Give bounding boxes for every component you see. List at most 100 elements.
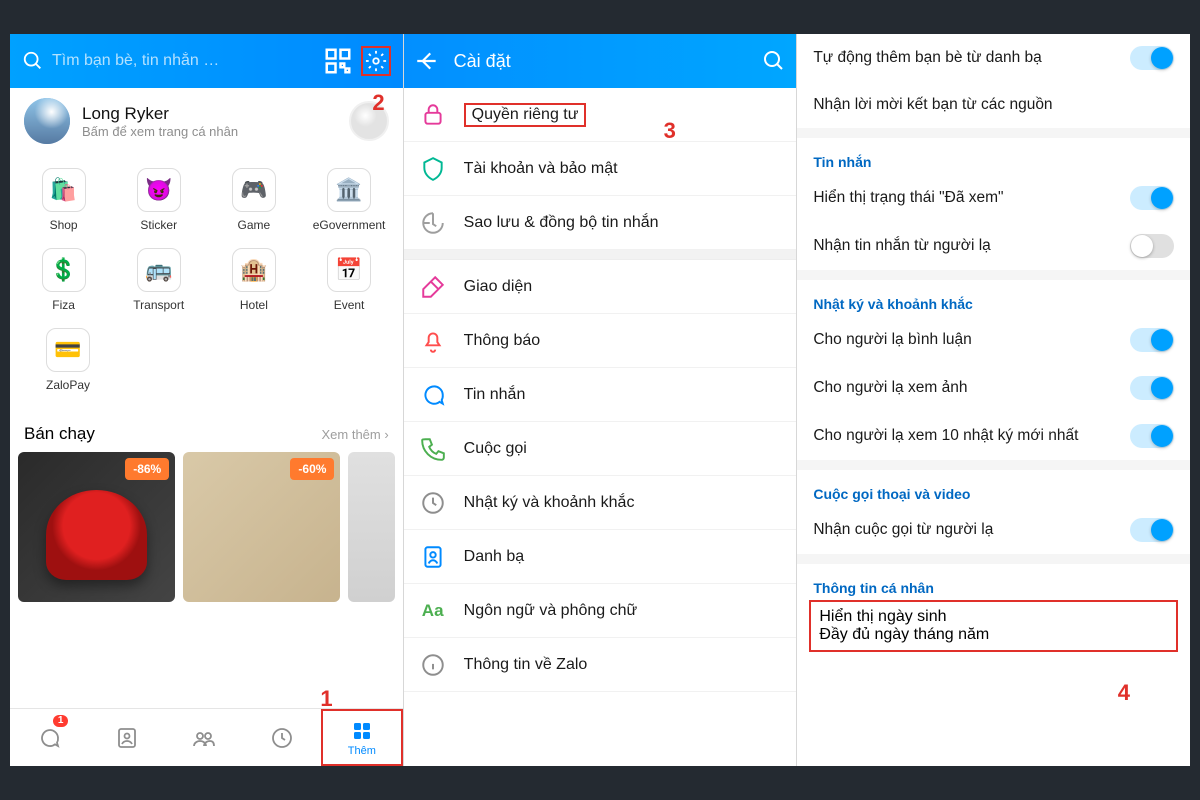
- settings-row[interactable]: Giao diện: [404, 260, 797, 314]
- app-icon: 📅: [327, 248, 371, 292]
- row-label: Quyền riêng tư: [464, 103, 587, 127]
- nav-more[interactable]: Thêm: [321, 709, 403, 766]
- app-icon: 🛍️: [42, 168, 86, 212]
- app-icon: 🏨: [232, 248, 276, 292]
- settings-row[interactable]: Quyền riêng tư: [404, 88, 797, 142]
- trending-more[interactable]: Xem thêm ›: [321, 427, 388, 442]
- settings-row[interactable]: Aa Ngôn ngữ và phông chữ: [404, 584, 797, 638]
- section-header: Tin nhắn: [797, 138, 1190, 174]
- row-label: Ngôn ngữ và phông chữ: [464, 602, 638, 620]
- header-bar: [10, 34, 403, 88]
- back-icon[interactable]: [414, 48, 440, 74]
- privacy-row[interactable]: Nhận lời mời kết bạn từ các nguồn: [797, 82, 1190, 128]
- panel-settings: Cài đặt Quyền riêng tưTài khoản và bảo m…: [404, 34, 798, 766]
- profile-name: Long Ryker: [82, 104, 337, 124]
- toggle[interactable]: [1130, 424, 1174, 448]
- nav-more-label: Thêm: [348, 745, 376, 757]
- profile-subtitle: Bấm để xem trang cá nhân: [82, 124, 337, 139]
- row-label: Nhận lời mời kết bạn từ các nguồn: [813, 96, 1052, 114]
- app-event[interactable]: 📅Event: [309, 248, 389, 312]
- settings-row[interactable]: Nhật ký và khoảnh khắc: [404, 476, 797, 530]
- privacy-row[interactable]: Tự động thêm bạn bè từ danh bạ: [797, 34, 1190, 82]
- app-icon: 🏛️: [327, 168, 371, 212]
- nav-contacts[interactable]: [88, 709, 166, 766]
- row-icon: [420, 102, 446, 128]
- privacy-row[interactable]: Cho người lạ bình luận: [797, 316, 1190, 364]
- row-label: Cho người lạ xem ảnh: [813, 379, 967, 397]
- nav-groups[interactable]: [165, 709, 243, 766]
- row-icon: [420, 382, 446, 408]
- highlighted-row[interactable]: Hiển thị ngày sinhĐầy đủ ngày tháng năm: [809, 600, 1178, 652]
- row-icon: [420, 436, 446, 462]
- discount-badge: -86%: [125, 458, 169, 480]
- app-icon: 🎮: [232, 168, 276, 212]
- search-input[interactable]: [52, 52, 315, 70]
- app-shop[interactable]: 🛍️Shop: [24, 168, 104, 232]
- app-zalopay[interactable]: 💳ZaloPay: [28, 328, 108, 392]
- app-label: eGovernment: [313, 218, 386, 232]
- row-icon: [420, 210, 446, 236]
- row-icon: Aa: [420, 598, 446, 624]
- search-icon[interactable]: [762, 49, 786, 73]
- row-label: Hiển thị ngày sinh: [819, 608, 1168, 626]
- row-label: Cuộc gọi: [464, 440, 527, 458]
- row-label: Cho người lạ bình luận: [813, 331, 971, 349]
- settings-row[interactable]: Cuộc gọi: [404, 422, 797, 476]
- bottom-nav: 1 Thêm: [10, 708, 403, 766]
- app-label: Game: [238, 218, 271, 232]
- discount-badge: -60%: [290, 458, 334, 480]
- app-label: Transport: [133, 298, 184, 312]
- trending-card-1[interactable]: -86%: [18, 452, 175, 602]
- toggle[interactable]: [1130, 518, 1174, 542]
- toggle[interactable]: [1130, 186, 1174, 210]
- panel-more: 2 Long Ryker Bấm để xem trang cá nhân 🛍️…: [10, 34, 404, 766]
- row-icon: [420, 544, 446, 570]
- gear-icon[interactable]: [361, 46, 391, 76]
- profile-switch-avatar[interactable]: [349, 101, 389, 141]
- row-label: Nhận cuộc gọi từ người lạ: [813, 521, 993, 539]
- app-transport[interactable]: 🚌 Transport: [119, 248, 199, 312]
- trending-card-2[interactable]: -60%: [183, 452, 340, 602]
- app-game[interactable]: 🎮 Game: [214, 168, 294, 232]
- qr-icon[interactable]: [323, 46, 353, 76]
- app-hotel[interactable]: 🏨Hotel: [214, 248, 294, 312]
- privacy-row[interactable]: Hiển thị trạng thái "Đã xem": [797, 174, 1190, 222]
- toggle[interactable]: [1130, 234, 1174, 258]
- row-label: Tin nhắn: [464, 386, 526, 404]
- settings-row[interactable]: Thông báo: [404, 314, 797, 368]
- row-label: Nhận tin nhắn từ người lạ: [813, 237, 990, 255]
- settings-row[interactable]: Tin nhắn: [404, 368, 797, 422]
- app-egovernment[interactable]: 🏛️ eGovernment: [309, 168, 389, 232]
- row-label: Tự động thêm bạn bè từ danh bạ: [813, 49, 1041, 67]
- row-label: Tài khoản và bảo mật: [464, 160, 618, 178]
- settings-row[interactable]: Sao lưu & đồng bộ tin nhắn: [404, 196, 797, 250]
- trending-card-3[interactable]: [348, 452, 394, 602]
- privacy-row[interactable]: Cho người lạ xem 10 nhật ký mới nhất: [797, 412, 1190, 460]
- nav-chats[interactable]: 1: [10, 709, 88, 766]
- row-label: Hiển thị trạng thái "Đã xem": [813, 189, 1003, 207]
- privacy-row[interactable]: Nhận cuộc gọi từ người lạ: [797, 506, 1190, 554]
- row-label: Danh bạ: [464, 548, 525, 566]
- privacy-row[interactable]: Nhận tin nhắn từ người lạ: [797, 222, 1190, 270]
- toggle[interactable]: [1130, 328, 1174, 352]
- app-icon: 💲: [42, 248, 86, 292]
- app-sticker[interactable]: 😈Sticker: [119, 168, 199, 232]
- privacy-row[interactable]: Cho người lạ xem ảnh: [797, 364, 1190, 412]
- search-icon[interactable]: [22, 50, 44, 72]
- row-label: Cho người lạ xem 10 nhật ký mới nhất: [813, 427, 1078, 445]
- app-label: Sticker: [140, 218, 177, 232]
- toggle[interactable]: [1130, 376, 1174, 400]
- app-icon: 🚌: [137, 248, 181, 292]
- toggle[interactable]: [1130, 46, 1174, 70]
- settings-row[interactable]: Danh bạ: [404, 530, 797, 584]
- trending-title: Bán chạy: [24, 424, 95, 444]
- panel-privacy: Tự động thêm bạn bè từ danh bạ Nhận lời m…: [797, 34, 1190, 766]
- nav-timeline[interactable]: [243, 709, 321, 766]
- profile-row[interactable]: Long Ryker Bấm để xem trang cá nhân: [10, 88, 403, 154]
- row-label: Thông tin về Zalo: [464, 656, 588, 674]
- settings-row[interactable]: Thông tin về Zalo: [404, 638, 797, 692]
- app-fiza[interactable]: 💲Fiza: [24, 248, 104, 312]
- row-icon: [420, 652, 446, 678]
- row-icon: [420, 156, 446, 182]
- settings-row[interactable]: Tài khoản và bảo mật: [404, 142, 797, 196]
